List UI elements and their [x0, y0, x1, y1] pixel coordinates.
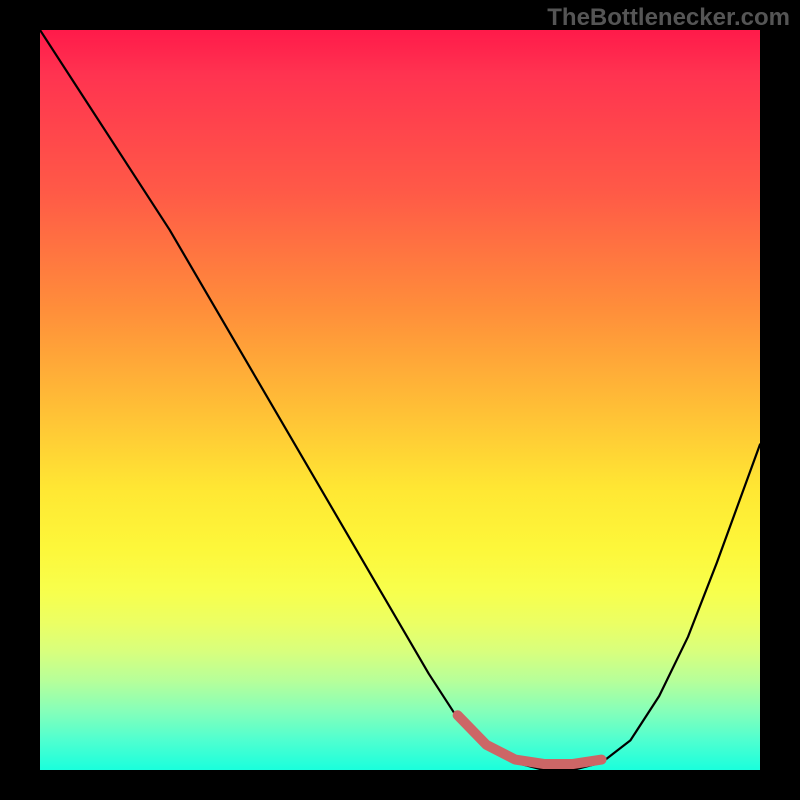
- plot-area: [40, 30, 760, 770]
- highlight-marker: [458, 715, 602, 764]
- chart-container: TheBottlenecker.com: [0, 0, 800, 800]
- chart-svg: [40, 30, 760, 770]
- data-curve: [40, 30, 760, 770]
- watermark-text: TheBottlenecker.com: [547, 4, 790, 32]
